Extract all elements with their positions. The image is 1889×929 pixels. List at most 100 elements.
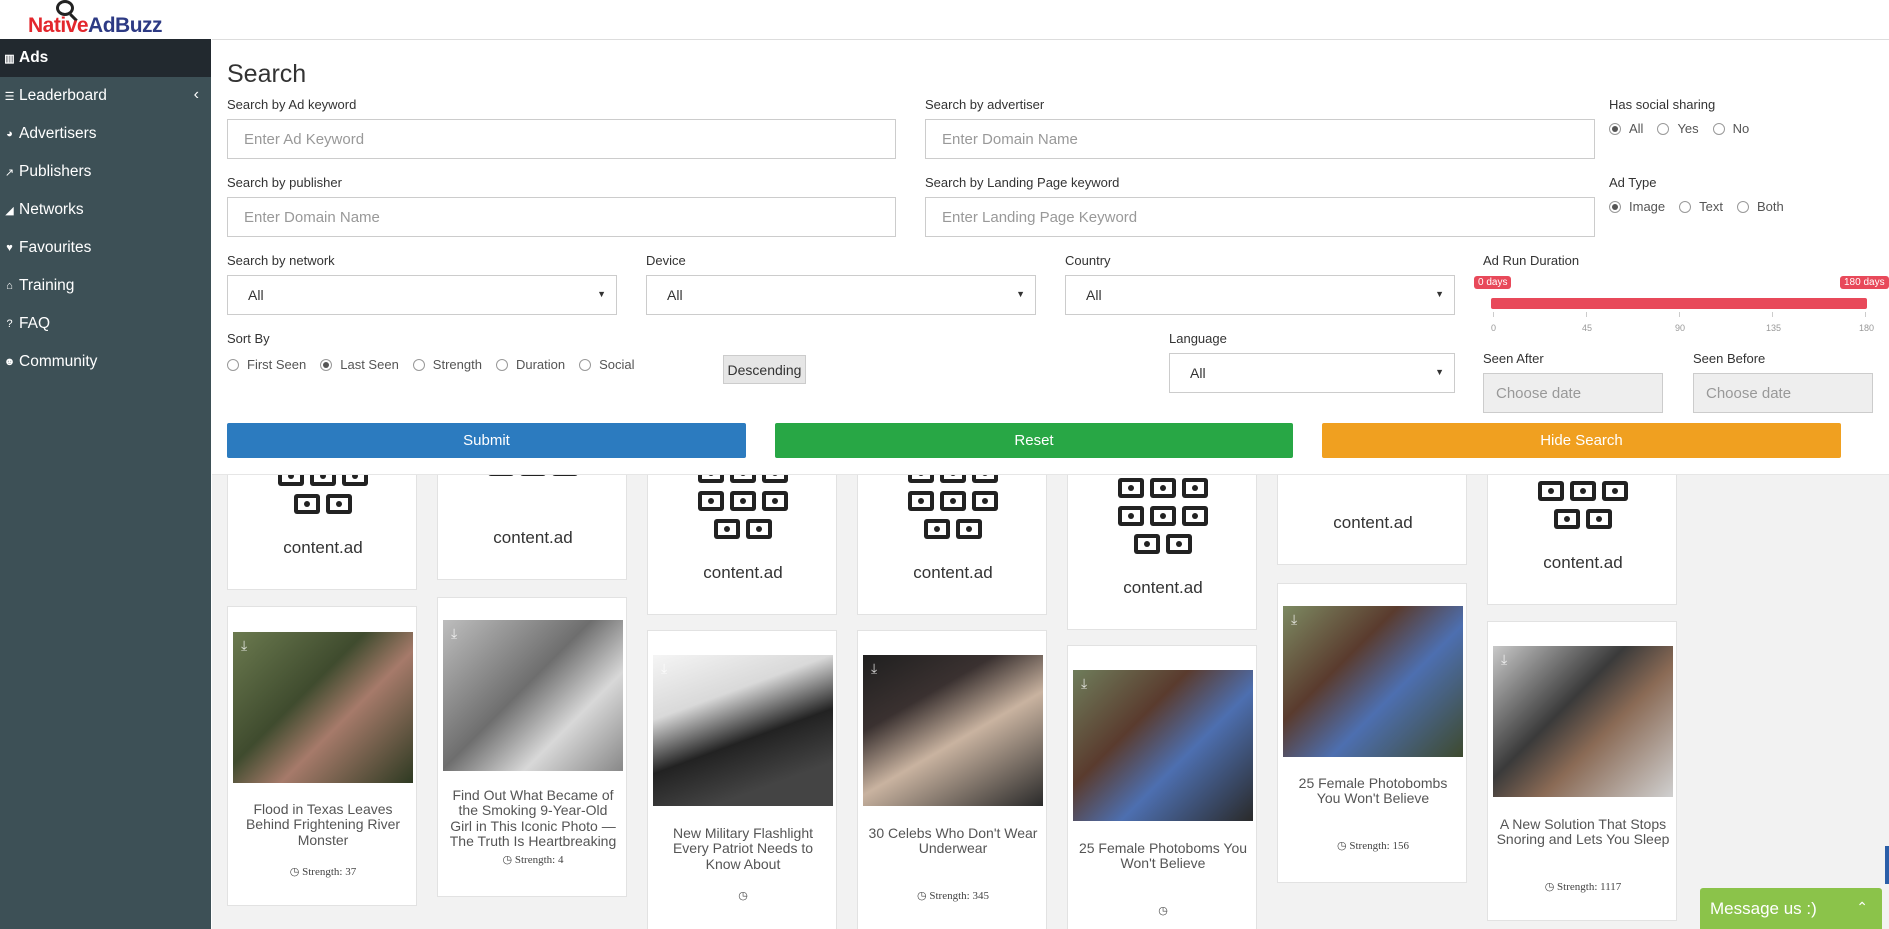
network-select[interactable]: All ▼ — [227, 275, 617, 315]
duration-slider[interactable] — [1491, 298, 1867, 309]
ad-image[interactable]: ⤓ — [1493, 646, 1673, 797]
sort-duration-radio[interactable]: Duration — [495, 357, 565, 372]
ad-keyword-input[interactable]: Enter Ad Keyword — [227, 119, 896, 159]
ad-title[interactable]: Find Out What Became of the Smoking 9-Ye… — [446, 787, 620, 850]
sidebar-item-ads[interactable]: ▥ Ads — [0, 39, 211, 77]
sidebar-item-faq[interactable]: ? FAQ — [0, 305, 211, 343]
sort-social-radio[interactable]: Social — [579, 357, 635, 372]
download-icon[interactable]: ⤓ — [871, 660, 891, 676]
clock-icon: ◷ — [289, 866, 303, 878]
slider-tick — [1772, 312, 1773, 317]
chevron-up-icon[interactable]: ⌃ — [1856, 899, 1868, 916]
content-ad-logo: content.ad — [913, 563, 993, 582]
ad-type-text-radio[interactable]: Text — [1679, 199, 1723, 214]
radio-dot — [227, 358, 239, 371]
sidebar-item-label: FAQ — [19, 315, 51, 332]
sort-order-label: Descending — [723, 355, 806, 384]
ad-type-both-radio[interactable]: Both — [1736, 199, 1784, 214]
social-all-radio[interactable]: All — [1609, 121, 1643, 136]
ad-card[interactable]: ⤓ 25 Female Photoboms You Won't Believe ◷ — [1067, 645, 1257, 929]
ad-image[interactable]: ⤓ — [233, 632, 413, 783]
reset-button[interactable]: Reset — [775, 423, 1293, 458]
content-ad-logo: content.ad — [1543, 553, 1623, 572]
device-glyph — [1160, 513, 1166, 519]
ad-image[interactable]: ⤓ — [863, 655, 1043, 806]
download-icon[interactable]: ⤓ — [241, 637, 261, 653]
ad-title[interactable]: New Military Flashlight Every Patriot Ne… — [656, 825, 830, 872]
device-glyph — [918, 498, 924, 504]
line-chart-icon: ↗ — [4, 166, 15, 179]
country-select[interactable]: All ▼ — [1065, 275, 1455, 315]
toggle-blank — [646, 355, 723, 384]
ad-image[interactable]: ⤓ — [443, 620, 623, 771]
device-glyph — [1192, 513, 1198, 519]
submit-button[interactable]: Submit — [227, 423, 746, 458]
download-icon[interactable]: ⤓ — [661, 660, 681, 676]
select-value: All — [248, 287, 264, 303]
sort-strength-radio[interactable]: Strength — [412, 357, 482, 372]
ad-title[interactable]: 25 Female Photobombs You Won't Believe — [1286, 775, 1460, 807]
social-yes-radio[interactable]: Yes — [1657, 121, 1699, 136]
advertiser-input[interactable]: Enter Domain Name — [925, 119, 1595, 159]
ad-card[interactable]: ⤓ 25 Female Photobombs You Won't Believe ◷… — [1277, 583, 1467, 883]
download-icon[interactable]: ⤓ — [1501, 651, 1521, 667]
download-icon[interactable]: ⤓ — [1291, 611, 1311, 627]
ad-card[interactable]: ⤓ New Military Flashlight Every Patriot N… — [647, 630, 837, 929]
social-no-radio[interactable]: No — [1712, 121, 1749, 136]
ad-type-image-radio[interactable]: Image — [1609, 199, 1665, 214]
sidebar-item-favourites[interactable]: ♥ Favourites — [0, 229, 211, 267]
seen-before-input[interactable]: Choose date — [1693, 373, 1873, 413]
landing-page-input[interactable]: Enter Landing Page Keyword — [925, 197, 1595, 237]
native-adbuzz-logo[interactable]: NativeAdBuzz — [0, 0, 212, 40]
radio-dot — [1609, 122, 1621, 135]
slider-tick — [1586, 312, 1587, 317]
logo-text: NativeAdBuzz — [28, 14, 163, 37]
ad-card[interactable]: ⤓ 30 Celebs Who Don't Wear Underwear ◷ Str… — [857, 630, 1047, 929]
sort-order-toggle[interactable]: Descending — [646, 355, 806, 384]
ad-image[interactable]: ⤓ — [653, 655, 833, 806]
seen-after-input[interactable]: Choose date — [1483, 373, 1663, 413]
sort-last-seen-radio[interactable]: Last Seen — [320, 357, 399, 372]
ad-card[interactable]: ⤓ Flood in Texas Leaves Behind Frightenin… — [227, 606, 417, 906]
clock-icon: ◷ — [1158, 905, 1168, 917]
device-glyph — [724, 526, 730, 532]
page-title: Search — [227, 60, 307, 88]
ad-card[interactable]: ⤓ A New Solution That Stops Snoring and L… — [1487, 621, 1677, 921]
chat-label: Message us :) — [1710, 898, 1817, 918]
sidebar-item-advertisers[interactable]: ◕ Advertisers — [0, 115, 211, 153]
feedback-tab[interactable] — [1885, 846, 1889, 884]
language-label: Language — [1169, 331, 1227, 346]
device-glyph — [1548, 488, 1554, 494]
slider-tick-label: 0 — [1491, 323, 1497, 333]
ad-title[interactable]: 25 Female Photoboms You Won't Believe — [1076, 840, 1250, 872]
landing-page-label: Search by Landing Page keyword — [925, 175, 1120, 190]
radio-dot — [579, 358, 592, 371]
sort-first-seen-radio[interactable]: First Seen — [227, 357, 306, 372]
caret-down-icon: ▼ — [597, 289, 606, 299]
chevron-left-icon[interactable]: ‹ — [194, 86, 199, 104]
caret-down-icon: ▼ — [1435, 367, 1444, 377]
radio-dot — [320, 358, 333, 371]
ad-title[interactable]: Flood in Texas Leaves Behind Frightening… — [236, 801, 410, 848]
download-icon[interactable]: ⤓ — [451, 625, 471, 641]
ad-card[interactable]: ⤓ Find Out What Became of the Smoking 9-Y… — [437, 597, 627, 897]
language-select[interactable]: All ▼ — [1169, 353, 1455, 393]
sidebar-item-networks[interactable]: ◢ Networks — [0, 191, 211, 229]
sidebar-item-community[interactable]: ☻ Community — [0, 343, 211, 381]
ad-title[interactable]: A New Solution That Stops Snoring and Le… — [1496, 816, 1670, 848]
device-glyph — [740, 498, 746, 504]
chat-widget[interactable]: Message us :) ⌃ — [1700, 888, 1882, 929]
sidebar-item-publishers[interactable]: ↗ Publishers — [0, 153, 211, 191]
download-icon[interactable]: ⤓ — [1081, 675, 1101, 691]
ad-image[interactable]: ⤓ — [1073, 670, 1253, 821]
sidebar-item-leaderboard[interactable]: ☰ Leaderboard ‹ — [0, 77, 211, 115]
sidebar-item-label: Leaderboard — [19, 87, 107, 104]
select-value: All — [1190, 365, 1206, 381]
publisher-input[interactable]: Enter Domain Name — [227, 197, 896, 237]
ad-title[interactable]: 30 Celebs Who Don't Wear Underwear — [866, 825, 1040, 857]
device-select[interactable]: All ▼ — [646, 275, 1036, 315]
hide-search-button[interactable]: Hide Search — [1322, 423, 1841, 458]
social-sharing-radios: All Yes No — [1609, 121, 1763, 136]
ad-image[interactable]: ⤓ — [1283, 606, 1463, 757]
sidebar-item-training[interactable]: ⌂ Training — [0, 267, 211, 305]
